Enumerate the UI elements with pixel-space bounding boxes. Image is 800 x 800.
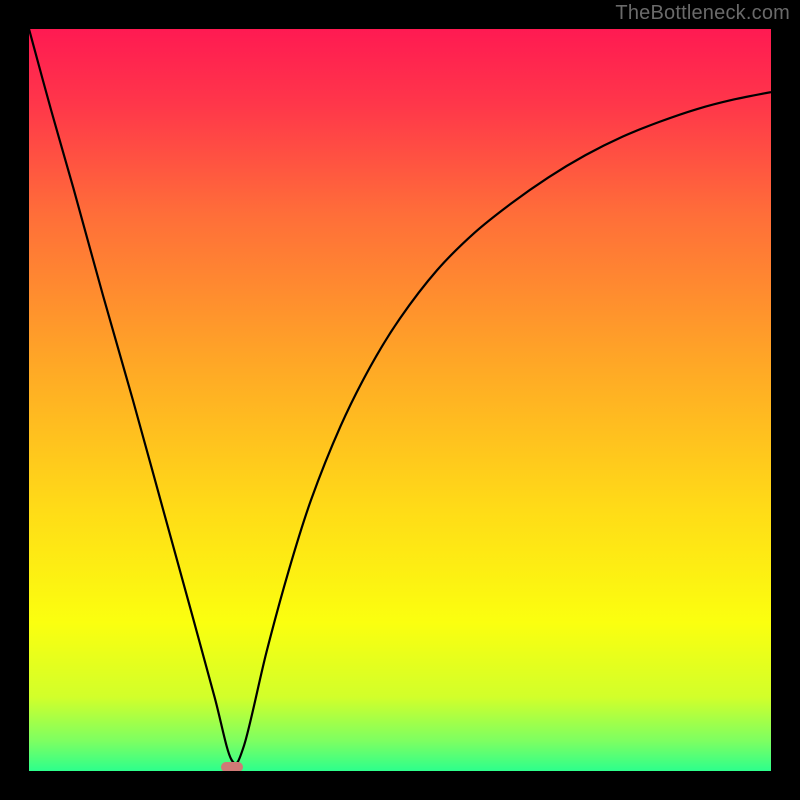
watermark: TheBottleneck.com bbox=[615, 2, 790, 25]
background-gradient bbox=[29, 29, 771, 771]
chart-frame: TheBottleneck.com bbox=[0, 0, 800, 800]
plot-area bbox=[29, 29, 771, 771]
current-point-marker bbox=[221, 762, 243, 771]
plot-svg bbox=[29, 29, 771, 771]
